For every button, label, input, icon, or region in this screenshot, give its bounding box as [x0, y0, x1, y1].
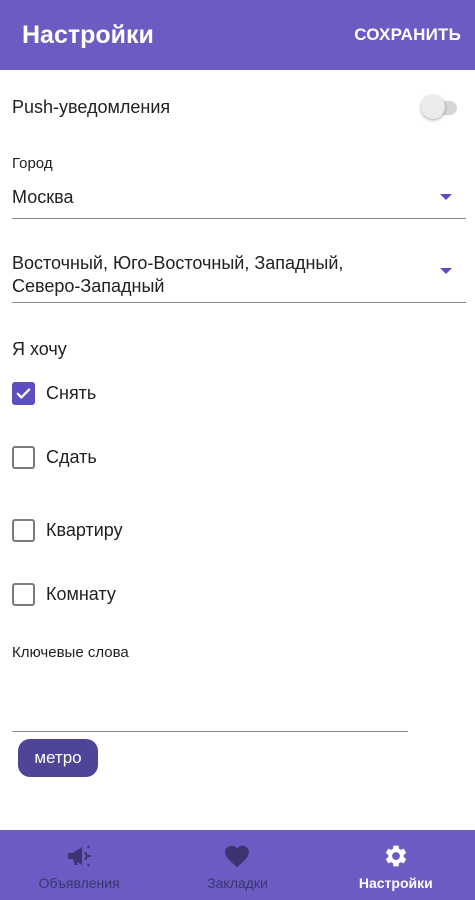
districts-select[interactable]: Восточный, Юго-Восточный, Западный, Севе… — [12, 252, 466, 303]
checkbox-rent[interactable]: Снять — [12, 378, 96, 408]
checkbox-apartment[interactable]: Квартиру — [12, 515, 123, 545]
nav-item-label: Объявления — [38, 875, 120, 891]
checkbox-label: Комнату — [46, 583, 116, 604]
checkbox-label: Снять — [46, 382, 97, 403]
nav-item-label: Настройки — [358, 875, 433, 891]
settings-screen: Настройки СОХРАНИТЬ Push-уведомления Гор… — [0, 0, 475, 900]
districts-value-line2: Северо-Западный — [12, 276, 165, 296]
megaphone-icon — [64, 842, 94, 870]
checkbox-let[interactable]: Сдать — [12, 442, 97, 472]
checkbox-label: Сдать — [46, 446, 97, 467]
bottom-navigation: Объявления Закладки Настройки — [0, 830, 475, 900]
check-icon — [16, 387, 31, 399]
checkbox-unchecked[interactable] — [12, 518, 35, 542]
nav-item-label: Закладки — [207, 875, 268, 891]
nav-item-bookmarks[interactable]: Закладки — [158, 830, 316, 900]
keywords-input[interactable] — [12, 670, 408, 732]
push-notifications-toggle[interactable] — [421, 94, 457, 120]
page-title: Настройки — [22, 20, 154, 49]
chevron-down-icon — [440, 268, 452, 274]
save-button[interactable]: СОХРАНИТЬ — [354, 25, 461, 45]
push-notifications-label: Push-уведомления — [12, 96, 171, 117]
heart-icon — [222, 842, 252, 870]
checkbox-checked[interactable] — [12, 381, 35, 405]
checkbox-label: Квартиру — [46, 519, 123, 540]
nav-item-settings[interactable]: Настройки — [317, 830, 475, 900]
gear-icon — [381, 842, 411, 870]
city-label: Город — [12, 155, 53, 172]
city-select[interactable]: Москва — [12, 186, 466, 219]
districts-value-line1: Восточный, Юго-Восточный, Западный, — [12, 253, 344, 273]
app-bar: Настройки СОХРАНИТЬ — [0, 0, 475, 70]
checkbox-unchecked[interactable] — [12, 445, 35, 469]
checkbox-unchecked[interactable] — [12, 582, 35, 606]
chevron-down-icon — [440, 194, 452, 200]
nav-item-ads[interactable]: Объявления — [0, 830, 158, 900]
checkbox-room[interactable]: Комнату — [12, 579, 116, 609]
push-notifications-row: Push-уведомления — [12, 90, 457, 124]
keywords-label: Ключевые слова — [12, 644, 129, 661]
want-section-label: Я хочу — [12, 339, 67, 359]
keyword-chip[interactable]: метро — [18, 739, 98, 777]
toggle-thumb — [421, 95, 445, 119]
city-value: Москва — [12, 187, 74, 207]
